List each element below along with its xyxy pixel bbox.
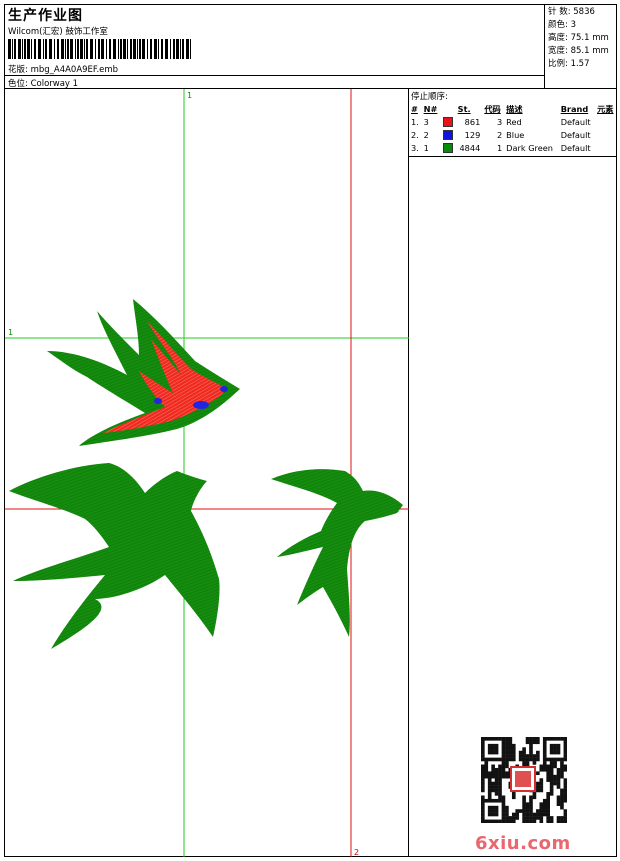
guide-label-left: 1 [8,328,13,337]
design-width: 宽度: 85.1 mm [548,46,609,56]
page-title: 生产作业图 [8,8,83,24]
row-code: 1 [496,142,503,153]
color-swatch [442,129,453,140]
row-description: Blue [506,129,525,140]
row-index: 3. [411,142,419,153]
table-row: 1. 3 861 3 Red Default [409,115,617,128]
row-color-chip [441,128,456,141]
color-swatch [442,142,453,153]
row-element [595,128,617,141]
row-n: 3 [423,116,429,127]
row-brand: Default [560,142,591,153]
col-brand: Brand [560,103,589,114]
col-n: N# [423,103,438,114]
swallow-top-tail-mark [154,398,162,404]
row-stitches: 4844 [459,142,481,153]
col-code: 代码 [484,103,501,114]
row-code: 3 [496,116,503,127]
swallow-top-wing-mark [193,401,209,409]
col-index: # [411,103,418,114]
stats-panel: 针 数: 5836 颜色: 3 高度: 75.1 mm 宽度: 85.1 mm … [545,5,617,89]
embroidery-canvas: 1 1 2 2 [5,89,409,857]
color-count: 颜色: 3 [548,20,576,30]
stop-sequence-table: # N# St. 代码 描述 Brand 元素 1. 3 861 3 Red Defaul… [409,102,617,154]
company-name: Wilcom(汇宏) 鼓饰工作室 [8,27,108,37]
qr-code [481,737,567,823]
row-n: 1 [423,142,429,153]
guide-label-top: 1 [187,91,192,100]
design-preview: 1 1 2 2 [5,89,409,857]
table-row: 3. 1 4844 1 Dark Green Default [409,141,617,154]
table-row: 2. 2 129 2 Blue Default [409,128,617,141]
col-description: 描述 [506,103,523,114]
design-file-name: 花版: mbg_A4A0A9EF.emb [8,65,119,75]
barcode [8,39,191,59]
swallow-bottom-left-body [9,463,220,649]
production-sheet: 生产作业图 Wilcom(汇宏) 鼓饰工作室 花版: mbg_A4A0A9EF.… [4,4,617,857]
row-brand: Default [560,116,591,127]
row-element [595,115,617,128]
design-height: 高度: 75.1 mm [548,33,609,43]
row-element [595,141,617,154]
row-description: Dark Green [506,142,553,153]
row-brand: Default [560,129,591,140]
swallow-right [271,469,403,637]
row-color-chip [441,141,456,154]
swallow-top-eye [220,386,228,392]
row-n: 2 [423,129,429,140]
header-panel: 生产作业图 Wilcom(汇宏) 鼓饰工作室 花版: mbg_A4A0A9EF.… [5,5,545,89]
col-color [441,102,456,115]
header-divider [5,75,545,76]
watermark-logo: 6xiu.com [475,833,571,854]
colorway-label: 色位: Colorway 1 [8,79,79,89]
stop-sequence-title: 停止顺序: [411,92,448,102]
col-element: 元素 [597,103,614,114]
row-index: 1. [411,116,419,127]
swallow-bottom-left [9,463,220,649]
guide-label-bottom: 2 [354,848,359,857]
row-color-chip [441,115,456,128]
row-description: Red [506,116,522,127]
row-index: 2. [411,129,419,140]
side-panel: 停止顺序: # N# St. 代码 描述 Brand 元素 1. 3 861 3 Red… [409,89,617,857]
stop-sequence-panel: 停止顺序: # N# St. 代码 描述 Brand 元素 1. 3 861 3 Red… [409,89,617,157]
swallow-top [47,299,240,446]
color-swatch [442,116,453,127]
row-stitches: 861 [464,116,481,127]
row-code: 2 [496,129,503,140]
stitch-count: 针 数: 5836 [548,7,595,17]
col-stitches: St. [457,103,471,114]
scale-ratio: 比例: 1.57 [548,59,590,69]
row-stitches: 129 [464,129,481,140]
swallow-right-body [271,469,403,637]
